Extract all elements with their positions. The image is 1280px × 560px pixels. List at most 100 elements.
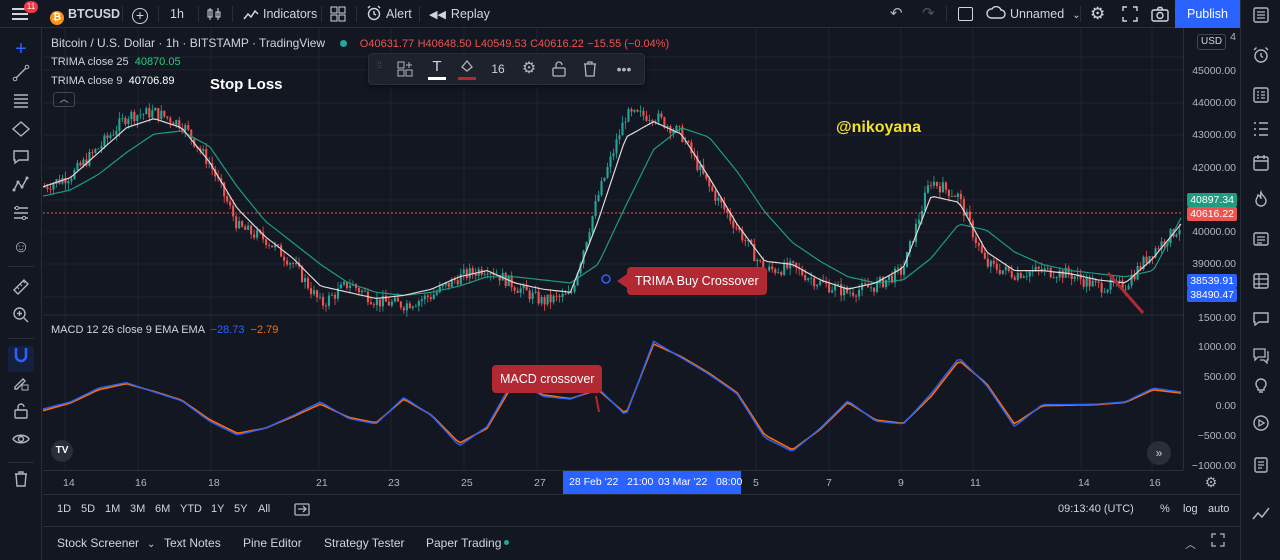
selected-range-label[interactable]: 28 Feb '22 21:00 03 Mar '22 08:00: [563, 471, 742, 494]
ruler-tool[interactable]: [8, 278, 34, 304]
range-6m[interactable]: 6M: [155, 503, 170, 515]
collapse-legend-button[interactable]: ︿: [53, 92, 75, 107]
text-tool[interactable]: [8, 148, 34, 174]
time-label: 16: [135, 477, 147, 489]
author-text[interactable]: @nikoyana: [836, 119, 921, 137]
watchlist-button[interactable]: [1248, 6, 1274, 32]
ideas-stream-button[interactable]: [1248, 189, 1274, 216]
delete-drawing-button[interactable]: [582, 61, 598, 79]
data-window-button[interactable]: [1248, 86, 1274, 112]
fullscreen-toggle-button[interactable]: [958, 0, 974, 28]
settings-button[interactable]: ⚙: [1090, 0, 1105, 28]
candle: [633, 109, 636, 114]
range-5d[interactable]: 5D: [81, 503, 95, 515]
range-all[interactable]: All: [258, 503, 270, 515]
prediction-tool[interactable]: [8, 204, 34, 230]
series-title[interactable]: Bitcoin / U.S. Dollar · 1h · BITSTAMP · …: [51, 36, 325, 50]
range-5y[interactable]: 5Y: [234, 503, 247, 515]
trima-25-legend[interactable]: TRIMA close 25 40870.05: [51, 56, 181, 68]
drag-handle[interactable]: ⁞⁞: [377, 61, 383, 77]
lock-all-drawings-button[interactable]: [8, 402, 34, 428]
shapes-tool[interactable]: [8, 120, 34, 146]
fib-tool[interactable]: [8, 92, 34, 118]
compare-symbol-button[interactable]: +: [131, 0, 149, 28]
trima-9-legend[interactable]: TRIMA close 9 40706.89: [51, 75, 174, 87]
right-widget-sidebar: [1240, 0, 1280, 560]
icons-tool[interactable]: ☺: [8, 234, 34, 260]
remove-drawings-button[interactable]: [8, 470, 34, 496]
tab-stock-screener[interactable]: Stock Screener ⌄: [57, 536, 155, 550]
macd-crossover-callout[interactable]: MACD crossover: [492, 365, 603, 393]
layouts-button[interactable]: [330, 0, 346, 28]
chart-type-button[interactable]: [206, 0, 222, 28]
range-ytd[interactable]: YTD: [180, 503, 202, 515]
trading-panel-button[interactable]: [1248, 505, 1274, 531]
time-scale[interactable]: 14 16 18 21 23 25 27 28 Feb '22 21:00 03…: [43, 470, 1183, 494]
percent-scale-toggle[interactable]: %: [1160, 503, 1170, 515]
collapse-panel-button[interactable]: ︿: [1185, 536, 1196, 552]
symbol-search[interactable]: ₿ BTCUSD: [50, 0, 120, 28]
utc-clock[interactable]: 09:13:40 (UTC): [1058, 503, 1134, 515]
chart-canvas[interactable]: [43, 28, 1183, 470]
fullscreen-button[interactable]: [1122, 0, 1138, 28]
redo-button[interactable]: ↷: [922, 0, 935, 28]
scroll-to-realtime-button[interactable]: »: [1147, 441, 1171, 465]
streams-button[interactable]: [1248, 414, 1274, 440]
log-scale-toggle[interactable]: log: [1183, 503, 1198, 515]
publish-button[interactable]: Publish: [1175, 0, 1240, 28]
chart-pane[interactable]: Bitcoin / U.S. Dollar · 1h · BITSTAMP · …: [43, 28, 1183, 470]
price-scale[interactable]: USD 4 45000.00 44000.00 43000.00 42000.0…: [1183, 28, 1240, 472]
trima-buy-callout[interactable]: TRIMA Buy Crossover: [617, 267, 767, 295]
zoom-tool[interactable]: [8, 306, 34, 332]
stop-loss-text[interactable]: Stop Loss: [210, 76, 283, 93]
candle: [1025, 270, 1028, 281]
replay-button[interactable]: ◀◀ Replay: [429, 0, 490, 28]
idea-button[interactable]: [1248, 376, 1274, 402]
macd-legend[interactable]: MACD 12 26 close 9 EMA EMA −28.73 −2.79: [51, 324, 278, 336]
magnet-mode-button[interactable]: [8, 346, 34, 372]
snapshot-button[interactable]: [1151, 0, 1169, 28]
range-1m[interactable]: 1M: [105, 503, 120, 515]
trima-crossover-marker[interactable]: [601, 274, 611, 284]
tab-text-notes[interactable]: Text Notes: [164, 536, 221, 550]
text-color-button[interactable]: T: [427, 58, 447, 82]
scale-settings-button[interactable]: ⚙: [1200, 472, 1222, 492]
indicators-button[interactable]: Indicators: [243, 0, 317, 28]
go-to-date-button[interactable]: [294, 501, 312, 519]
alerts-button[interactable]: [1248, 46, 1274, 72]
undo-button[interactable]: ↶: [890, 0, 903, 28]
news-button[interactable]: [1248, 230, 1274, 256]
tab-pine-editor[interactable]: Pine Editor: [243, 536, 302, 550]
font-size-select[interactable]: 16: [485, 54, 511, 84]
messages-button[interactable]: [1248, 346, 1274, 372]
trendline-tool[interactable]: [8, 64, 34, 90]
currency-select[interactable]: USD: [1197, 34, 1227, 50]
tab-paper-trading[interactable]: Paper Trading: [426, 536, 510, 550]
layout-name-button[interactable]: Unnamed ⌄: [986, 0, 1081, 28]
alert-button[interactable]: Alert: [366, 0, 412, 28]
range-1d[interactable]: 1D: [57, 503, 71, 515]
more-options-button[interactable]: •••: [613, 58, 635, 80]
background-color-button[interactable]: [457, 58, 477, 82]
calendar-button[interactable]: [1248, 154, 1274, 180]
chats-button[interactable]: [1248, 310, 1274, 336]
notifications-button[interactable]: [1248, 456, 1274, 482]
interval-button[interactable]: 1h: [170, 0, 184, 28]
time-label: 25: [461, 477, 473, 489]
templates-button[interactable]: [397, 61, 415, 79]
auto-scale-toggle[interactable]: auto: [1208, 503, 1229, 515]
drawing-settings-button[interactable]: ⚙: [519, 58, 539, 80]
lock-drawings-pencil-button[interactable]: [8, 374, 34, 400]
lock-drawing-button[interactable]: [551, 61, 567, 79]
crosshair-tool[interactable]: +: [8, 36, 34, 62]
range-3m[interactable]: 3M: [130, 503, 145, 515]
screener-button[interactable]: [1248, 272, 1274, 298]
patterns-tool[interactable]: [8, 176, 34, 202]
range-1y[interactable]: 1Y: [211, 503, 224, 515]
menu-button[interactable]: 11: [8, 0, 38, 28]
tab-strategy-tester[interactable]: Strategy Tester: [324, 536, 404, 550]
hide-drawings-button[interactable]: [8, 430, 34, 456]
candle: [642, 107, 645, 121]
hotlists-button[interactable]: [1248, 120, 1274, 146]
maximize-panel-button[interactable]: [1211, 533, 1227, 549]
